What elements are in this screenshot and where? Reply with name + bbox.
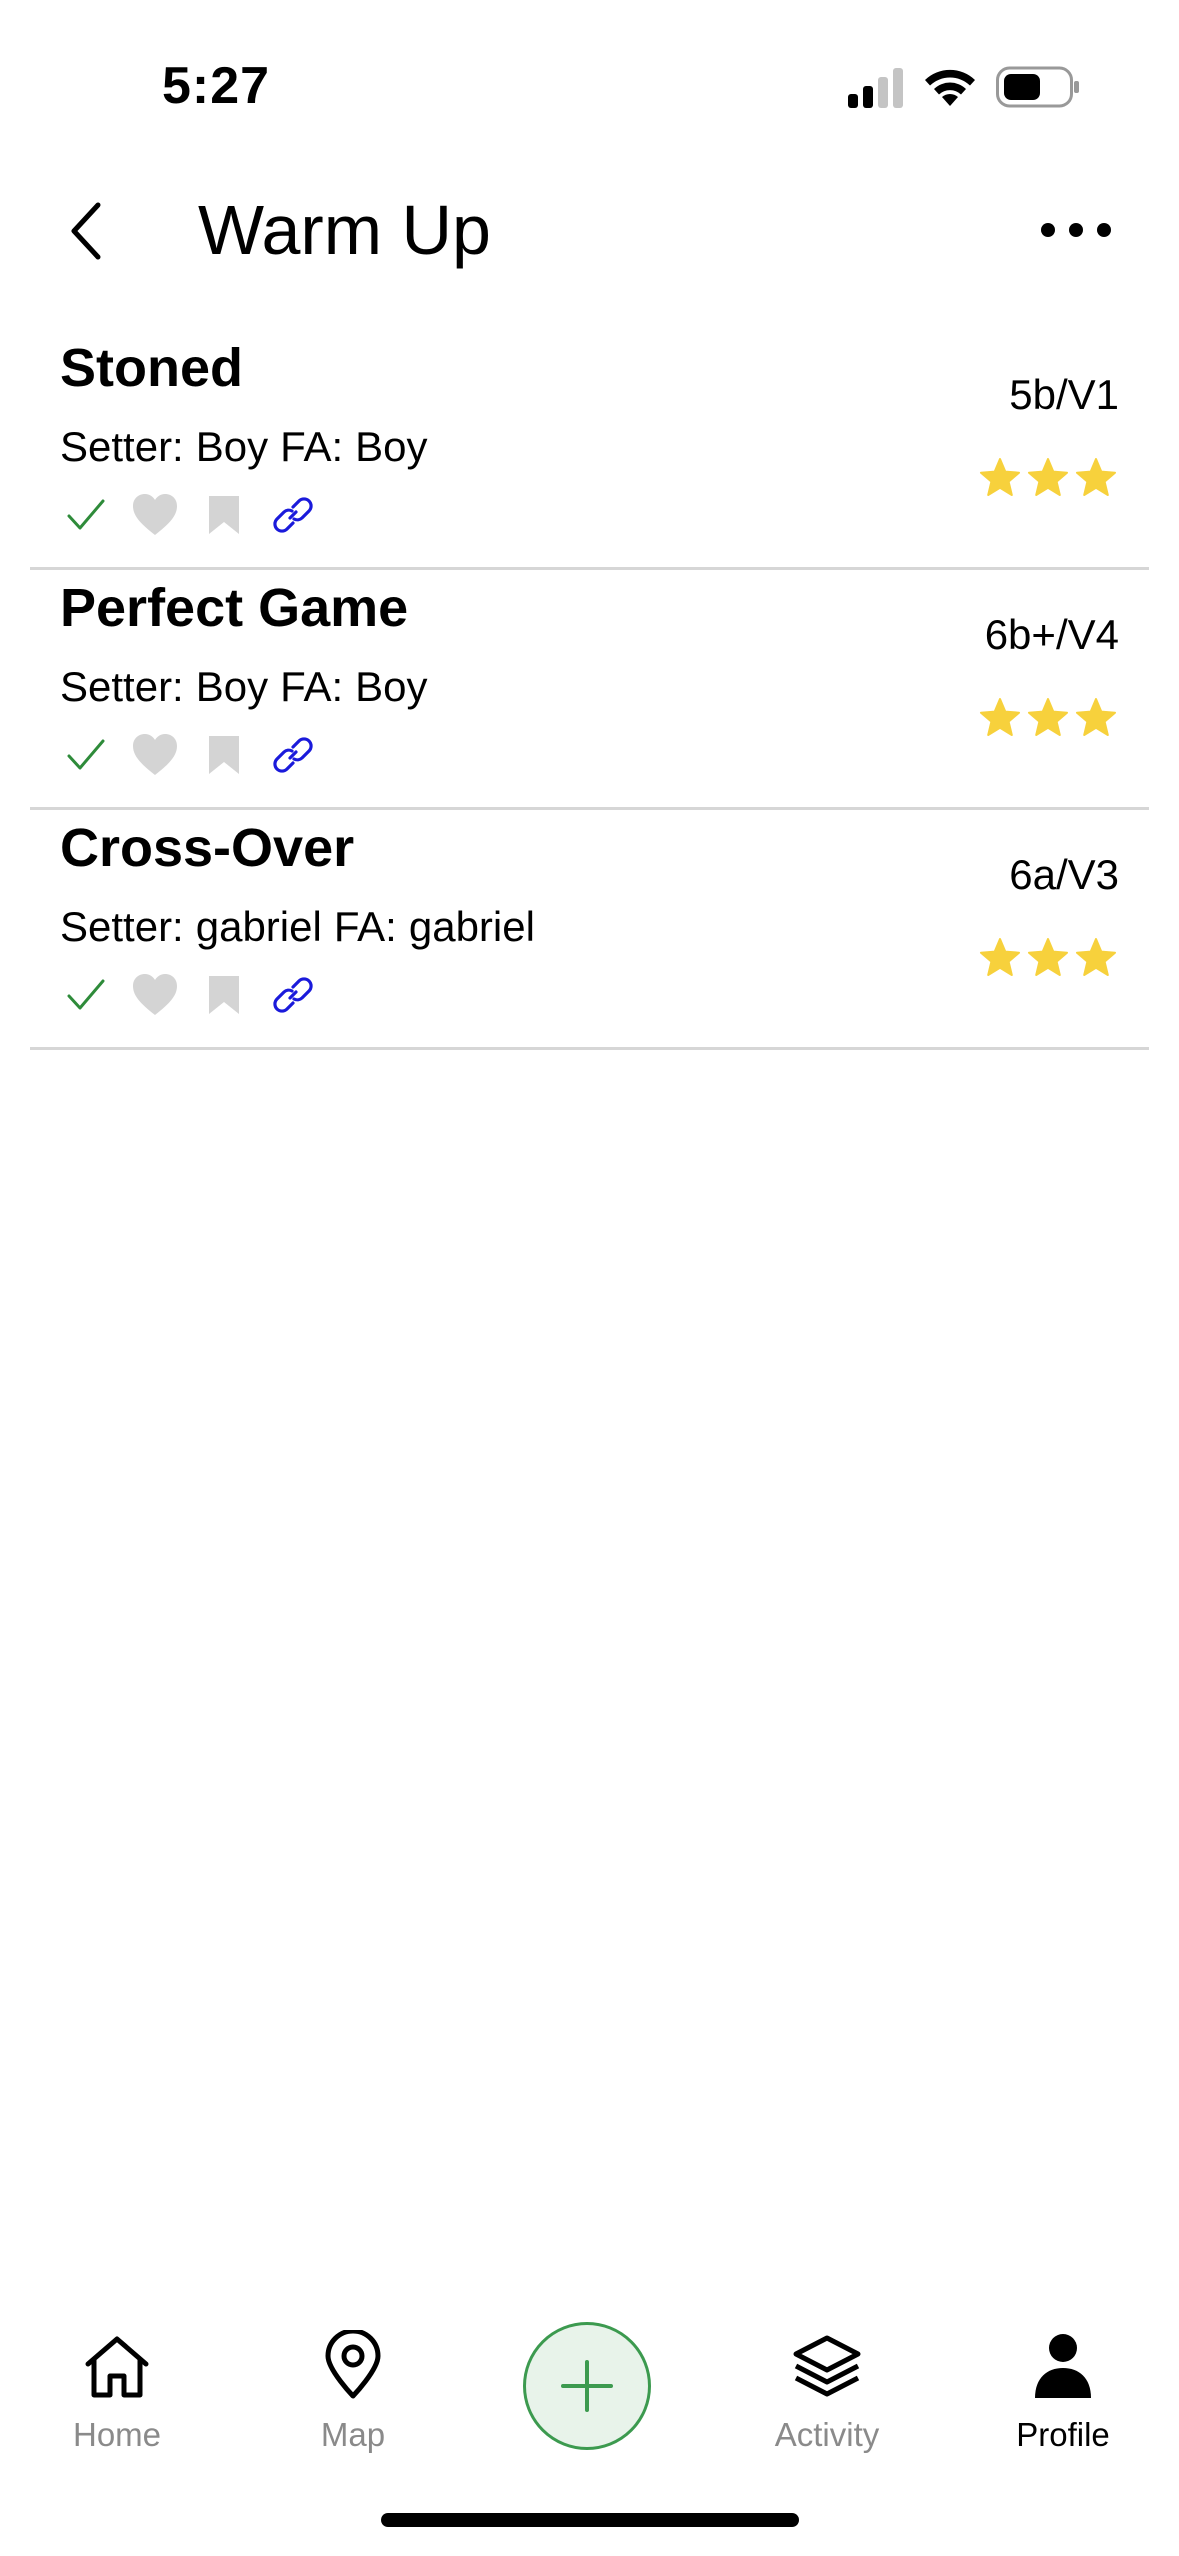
tab-map[interactable]: Map (263, 2310, 443, 2470)
heart-icon (133, 974, 177, 1015)
nav-header: Warm Up (0, 170, 1179, 290)
route-setter-info: Setter: Boy FA: Boy (60, 662, 428, 712)
route-row[interactable]: Perfect Game Setter: Boy FA: Boy 6b+/V4 (0, 570, 1179, 810)
bookmark-icon (209, 496, 239, 534)
route-setter-info: Setter: Boy FA: Boy (60, 422, 428, 472)
fa-name: Boy (355, 663, 428, 710)
setter-label: Setter: (60, 423, 184, 470)
fa-name: Boy (355, 423, 428, 470)
bookmark-button[interactable] (198, 730, 250, 780)
tab-label: Map (320, 2416, 386, 2453)
page-title: Warm Up (198, 191, 491, 269)
star-rating (979, 698, 1117, 738)
route-name: Perfect Game (60, 578, 409, 638)
star-icon (1076, 698, 1116, 736)
share-link-button[interactable] (267, 970, 319, 1020)
star-icon (1028, 698, 1068, 736)
home-icon (85, 2336, 149, 2398)
tab-bar: Home Map Activity Profile (0, 2310, 1179, 2490)
star-icon (1028, 938, 1068, 976)
star-icon (1028, 458, 1068, 496)
route-actions (60, 970, 336, 1020)
wifi-icon (925, 69, 975, 106)
status-bar: 5:27 (0, 0, 1179, 150)
tab-label: Home (72, 2416, 162, 2453)
star-icon (1076, 458, 1116, 496)
fa-label: FA: (333, 903, 397, 950)
star-icon (980, 938, 1020, 976)
star-rating (979, 458, 1117, 498)
home-indicator (381, 2513, 799, 2527)
star-icon (980, 698, 1020, 736)
fa-label: FA: (280, 663, 344, 710)
like-button[interactable] (129, 490, 181, 540)
share-link-button[interactable] (267, 730, 319, 780)
route-actions (60, 490, 336, 540)
share-link-button[interactable] (267, 490, 319, 540)
sent-check-button[interactable] (60, 730, 112, 780)
tab-home[interactable]: Home (27, 2310, 207, 2470)
plus-icon (561, 2360, 613, 2412)
bookmark-icon (209, 736, 239, 774)
route-setter-info: Setter: gabriel FA: gabriel (60, 902, 535, 952)
route-actions (60, 730, 336, 780)
link-icon (273, 497, 313, 533)
more-options-button[interactable] (1036, 200, 1116, 260)
route-list: Stoned Setter: Boy FA: Boy 5b/V1 Perfect… (0, 330, 1179, 1050)
tab-profile[interactable]: Profile (973, 2310, 1153, 2470)
more-dots-icon (1041, 223, 1111, 237)
add-button[interactable] (523, 2322, 651, 2450)
check-icon (67, 499, 105, 530)
link-icon (273, 737, 313, 773)
setter-name: gabriel (195, 903, 322, 950)
route-row[interactable]: Cross-Over Setter: gabriel FA: gabriel 6… (0, 810, 1179, 1050)
route-grade: 6b+/V4 (984, 611, 1119, 658)
sent-check-button[interactable] (60, 490, 112, 540)
sent-check-button[interactable] (60, 970, 112, 1020)
bookmark-icon (209, 976, 239, 1014)
star-icon (1076, 938, 1116, 976)
like-button[interactable] (129, 970, 181, 1020)
star-rating (979, 938, 1117, 978)
star-icon (980, 458, 1020, 496)
route-grade: 5b/V1 (1009, 371, 1119, 418)
setter-label: Setter: (60, 663, 184, 710)
setter-name: Boy (195, 423, 269, 470)
battery-icon (996, 66, 1079, 108)
heart-icon (133, 494, 177, 535)
check-icon (67, 979, 105, 1010)
like-button[interactable] (129, 730, 181, 780)
back-button[interactable] (58, 196, 114, 266)
fa-label: FA: (280, 423, 344, 470)
route-row[interactable]: Stoned Setter: Boy FA: Boy 5b/V1 (0, 330, 1179, 570)
tab-label: Activity (774, 2416, 880, 2453)
divider (30, 1047, 1149, 1050)
bookmark-button[interactable] (198, 490, 250, 540)
link-icon (273, 977, 313, 1013)
route-grade: 6a/V3 (1009, 851, 1119, 898)
person-icon (1035, 2334, 1091, 2398)
route-name: Stoned (60, 338, 243, 398)
chevron-left-icon (71, 202, 101, 260)
bookmark-button[interactable] (198, 970, 250, 1020)
fa-name: gabriel (408, 903, 535, 950)
tab-activity[interactable]: Activity (737, 2310, 917, 2470)
map-pin-icon (325, 2330, 381, 2399)
setter-label: Setter: (60, 903, 184, 950)
check-icon (67, 739, 105, 770)
status-time: 5:27 (162, 57, 271, 115)
cellular-signal-icon (848, 68, 903, 108)
layers-icon (793, 2335, 861, 2397)
heart-icon (133, 734, 177, 775)
setter-name: Boy (195, 663, 269, 710)
route-name: Cross-Over (60, 818, 355, 878)
tab-label: Profile (1016, 2416, 1110, 2453)
